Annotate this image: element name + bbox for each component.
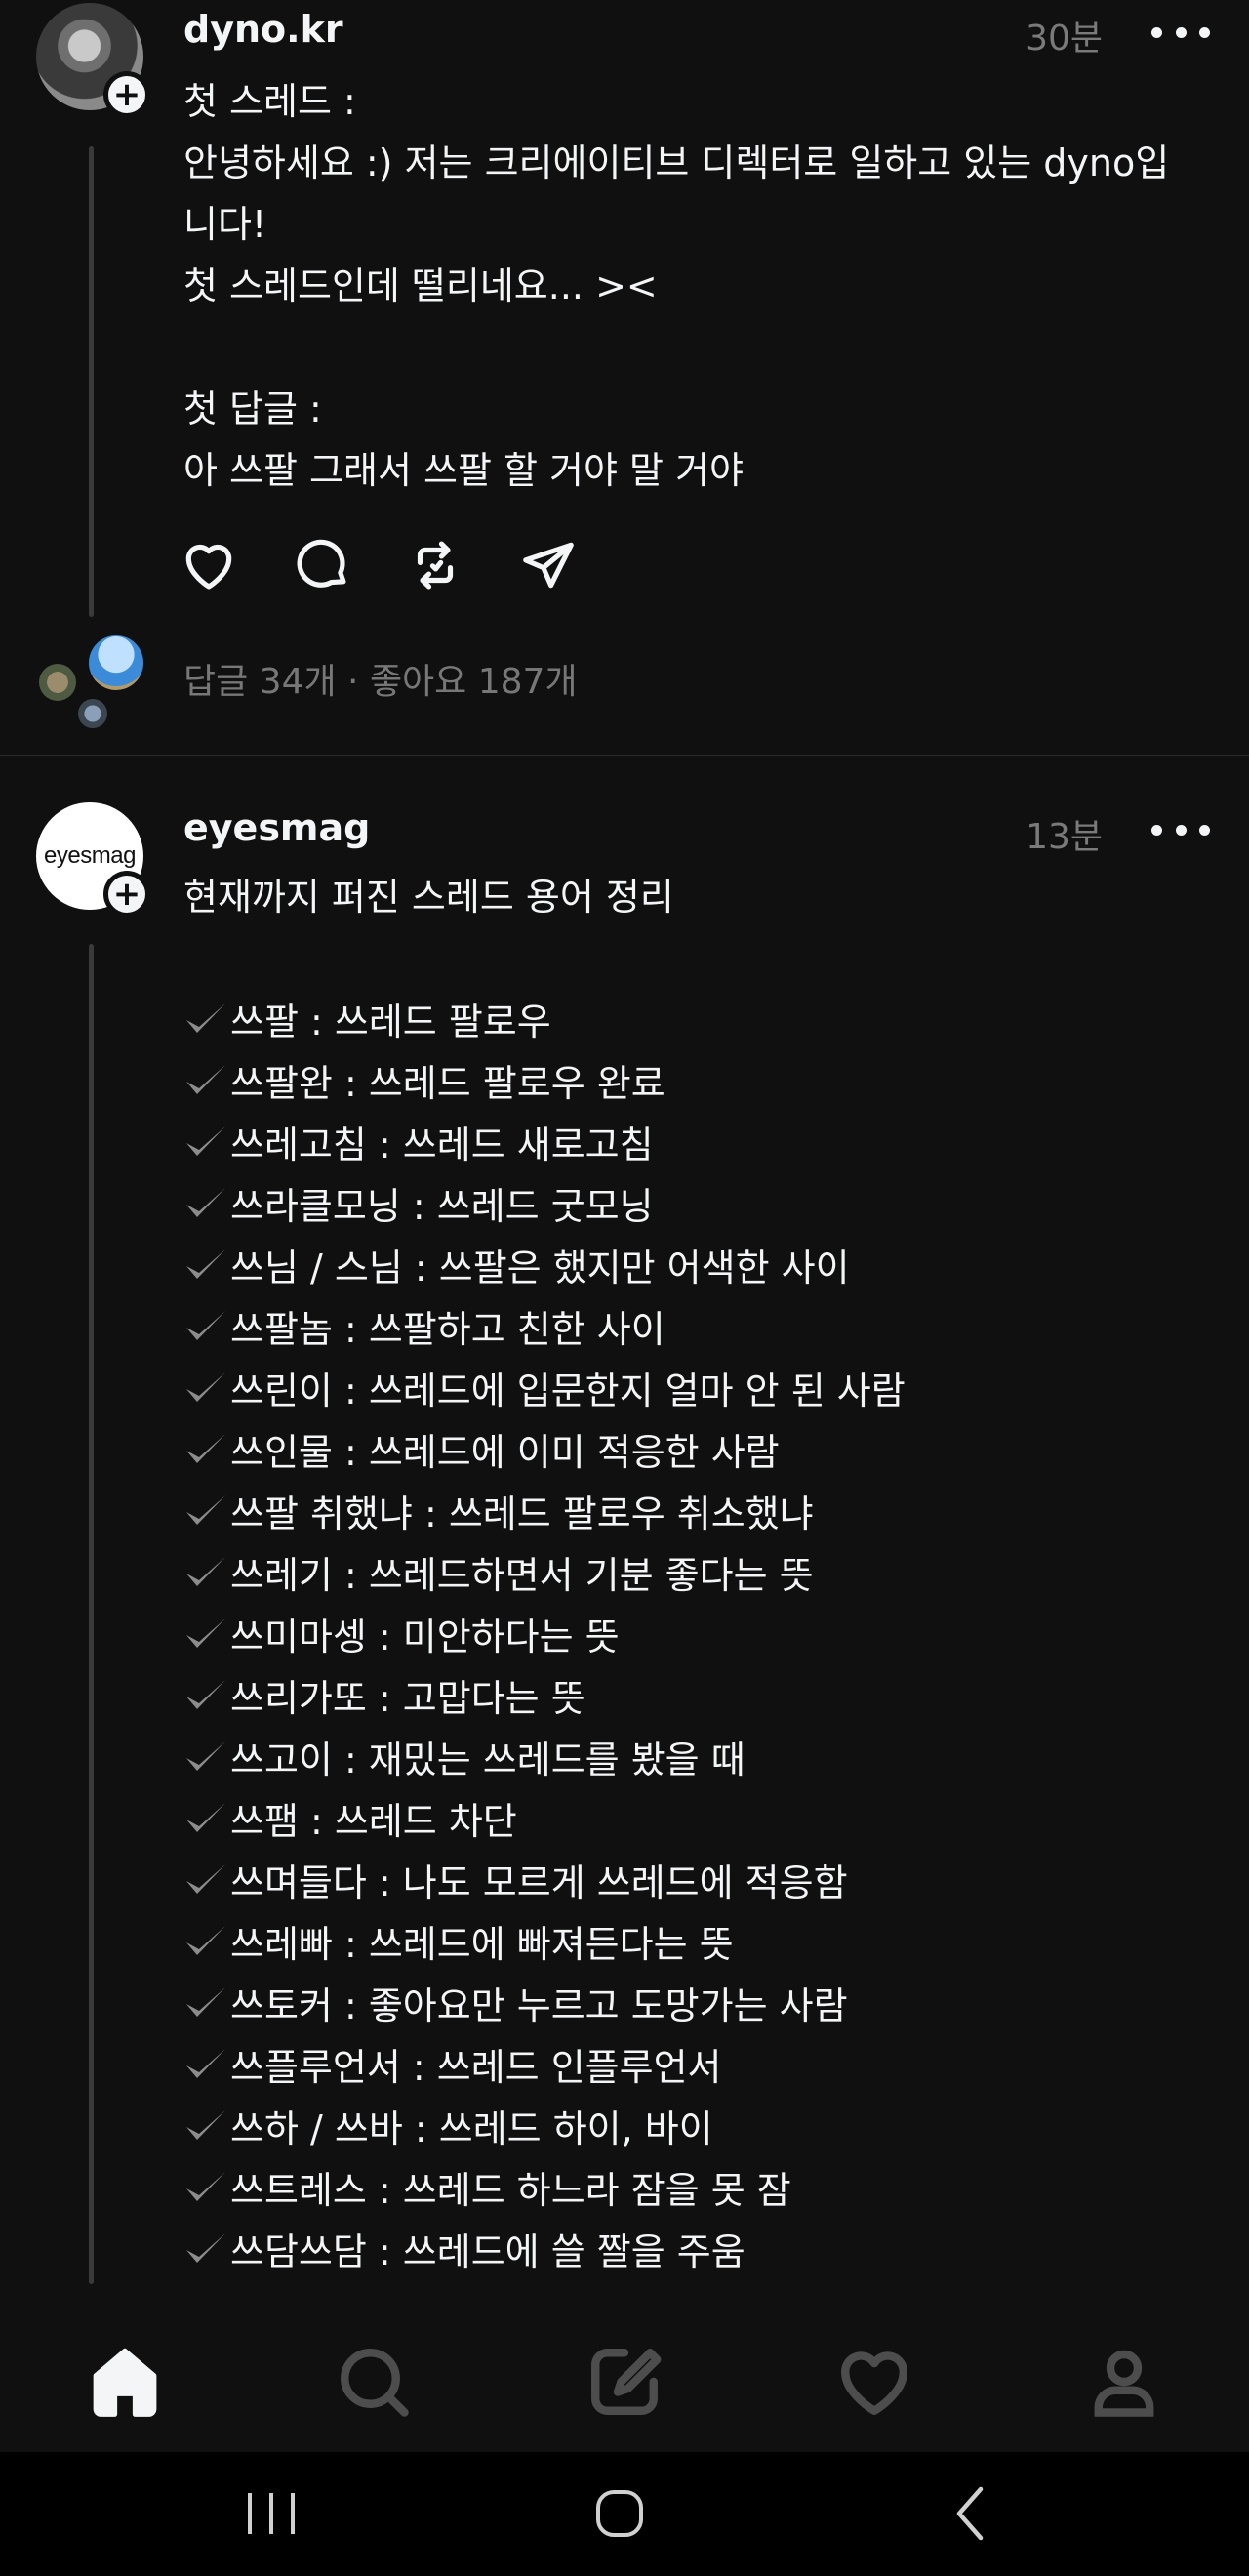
list-item: 쓰팔 : 쓰레드 팔로우 xyxy=(183,988,1218,1049)
term-text: 쓰고이 : 재밌는 쓰레드를 봤을 때 xyxy=(230,1738,745,1781)
home-icon xyxy=(93,2348,157,2417)
term-text: 쓰라클모닝 : 쓰레드 굿모닝 xyxy=(230,1185,654,1228)
list-item: 쓰플루언서 : 쓰레드 인플루언서 xyxy=(183,2033,1218,2095)
term-text: 쓰트레스 : 쓰레드 하느라 잠을 못 잠 xyxy=(230,2169,791,2212)
avatar-logo-text: eyesmag xyxy=(44,842,136,869)
nav-profile[interactable] xyxy=(1083,2341,1165,2423)
back-icon xyxy=(956,2486,984,2541)
back-button[interactable] xyxy=(932,2479,1010,2548)
term-text: 쓰팸 : 쓰레드 차단 xyxy=(230,1800,517,1843)
term-text: 쓰님 / 스님 : 쓰팔은 했지만 어색한 사이 xyxy=(230,1247,850,1289)
term-text: 쓰팔 취했냐 : 쓰레드 팔로우 취소했냐 xyxy=(230,1492,814,1535)
list-item: 쓰담쓰담 : 쓰레드에 쓸 짤을 주움 xyxy=(183,2218,1218,2279)
thread-post-eyesmag: eyesmag + eyesmag 13분 현재까지 퍼진 스레드 용어 정리 … xyxy=(0,0,1249,2306)
checkmark-icon xyxy=(186,2232,225,2263)
thread-connector-line xyxy=(89,944,94,2284)
list-item: 쓰팔 취했냐 : 쓰레드 팔로우 취소했냐 xyxy=(183,1480,1218,1541)
nav-search[interactable] xyxy=(333,2341,415,2423)
list-item: 쓰레빠 : 쓰레드에 빠져든다는 뜻 xyxy=(183,1910,1218,1972)
checkmark-icon xyxy=(186,1371,225,1402)
list-item: 쓰며들다 : 나도 모르게 쓰레드에 적응함 xyxy=(183,1849,1218,1910)
term-text: 쓰토커 : 좋아요만 누르고 도망가는 사람 xyxy=(230,1984,848,2027)
checkmark-icon xyxy=(186,2109,225,2140)
checkmark-icon xyxy=(186,1802,225,1832)
term-text: 쓰린이 : 쓰레드에 입문한지 얼마 안 된 사람 xyxy=(230,1370,906,1412)
checkmark-icon xyxy=(186,2048,225,2078)
checkmark-icon xyxy=(186,1740,225,1771)
checkmark-icon xyxy=(186,1925,225,1955)
term-text: 쓰미마셍 : 미안하다는 뜻 xyxy=(230,1615,620,1658)
list-item: 쓰레고침 : 쓰레드 새로고침 xyxy=(183,1111,1218,1172)
more-options-icon[interactable] xyxy=(1151,820,1210,839)
term-text: 쓰리가또 : 고맙다는 뜻 xyxy=(230,1677,585,1720)
profile-icon xyxy=(1094,2350,1154,2417)
nav-compose[interactable] xyxy=(584,2341,665,2423)
checkmark-icon xyxy=(186,1248,225,1279)
term-text: 쓰며들다 : 나도 모르게 쓰레드에 적응함 xyxy=(230,1861,848,1904)
post-intro: 현재까지 퍼진 스레드 용어 정리 xyxy=(183,876,674,919)
list-item: 쓰하 / 쓰바 : 쓰레드 하이, 바이 xyxy=(183,2095,1218,2156)
term-text: 쓰하 / 쓰바 : 쓰레드 하이, 바이 xyxy=(230,2107,713,2150)
system-navigation-bar xyxy=(0,2452,1249,2576)
term-text: 쓰레고침 : 쓰레드 새로고침 xyxy=(230,1124,654,1166)
list-item: 쓰리가또 : 고맙다는 뜻 xyxy=(183,1664,1218,1726)
list-item: 쓰팔완 : 쓰레드 팔로우 완료 xyxy=(183,1049,1218,1111)
checkmark-icon xyxy=(186,1679,225,1709)
post-time: 13분 xyxy=(1026,817,1103,857)
checkmark-icon xyxy=(186,2171,225,2201)
term-text: 쓰레빠 : 쓰레드에 빠져든다는 뜻 xyxy=(230,1923,734,1966)
list-item: 쓰트레스 : 쓰레드 하느라 잠을 못 잠 xyxy=(183,2156,1218,2218)
term-text: 쓰팔놈 : 쓰팔하고 친한 사이 xyxy=(230,1308,665,1351)
checkmark-icon xyxy=(186,1064,225,1094)
home-button[interactable] xyxy=(581,2479,659,2548)
term-text: 쓰팔 : 쓰레드 팔로우 xyxy=(230,1001,551,1043)
checkmark-icon xyxy=(186,1617,225,1648)
username[interactable]: eyesmag xyxy=(183,806,370,849)
list-item: 쓰님 / 스님 : 쓰팔은 했지만 어색한 사이 xyxy=(183,1234,1218,1295)
activity-heart-icon xyxy=(841,2351,907,2415)
follow-plus-icon[interactable]: + xyxy=(103,871,150,918)
checkmark-icon xyxy=(186,1125,225,1156)
list-item: 쓰린이 : 쓰레드에 입문한지 얼마 안 된 사람 xyxy=(183,1357,1218,1418)
term-text: 쓰플루언서 : 쓰레드 인플루언서 xyxy=(230,2046,722,2089)
nav-home[interactable] xyxy=(84,2341,166,2423)
list-item: 쓰팸 : 쓰레드 차단 xyxy=(183,1787,1218,1849)
list-item: 쓰미마셍 : 미안하다는 뜻 xyxy=(183,1603,1218,1664)
term-text: 쓰팔완 : 쓰레드 팔로우 완료 xyxy=(230,1062,665,1105)
compose-icon xyxy=(591,2349,662,2415)
list-item: 쓰인물 : 쓰레드에 이미 적응한 사람 xyxy=(183,1418,1218,1480)
recent-apps-icon xyxy=(248,2493,295,2534)
checkmark-icon xyxy=(186,1986,225,2017)
list-item: 쓰고이 : 재밌는 쓰레드를 봤을 때 xyxy=(183,1726,1218,1787)
search-icon xyxy=(341,2349,409,2417)
term-list: 쓰팔 : 쓰레드 팔로우쓰팔완 : 쓰레드 팔로우 완료쓰레고침 : 쓰레드 새… xyxy=(183,988,1218,2279)
term-text: 쓰인물 : 쓰레드에 이미 적응한 사람 xyxy=(230,1431,780,1474)
list-item: 쓰라클모닝 : 쓰레드 굿모닝 xyxy=(183,1172,1218,1234)
term-text: 쓰담쓰담 : 쓰레드에 쓸 짤을 주움 xyxy=(230,2230,745,2273)
checkmark-icon xyxy=(186,1002,225,1033)
checkmark-icon xyxy=(186,1310,225,1340)
recent-apps-button[interactable] xyxy=(232,2479,310,2548)
list-item: 쓰토커 : 좋아요만 누르고 도망가는 사람 xyxy=(183,1972,1218,2033)
checkmark-icon xyxy=(186,1433,225,1463)
checkmark-icon xyxy=(186,1494,225,1525)
checkmark-icon xyxy=(186,1187,225,1217)
checkmark-icon xyxy=(186,1863,225,1894)
checkmark-icon xyxy=(186,1556,225,1586)
list-item: 쓰팔놈 : 쓰팔하고 친한 사이 xyxy=(183,1295,1218,1357)
home-circle-icon xyxy=(596,2490,643,2537)
list-item: 쓰레기 : 쓰레드하면서 기분 좋다는 뜻 xyxy=(183,1541,1218,1603)
nav-activity[interactable] xyxy=(833,2341,915,2423)
bottom-navigation xyxy=(0,2306,1249,2452)
term-text: 쓰레기 : 쓰레드하면서 기분 좋다는 뜻 xyxy=(230,1554,814,1597)
